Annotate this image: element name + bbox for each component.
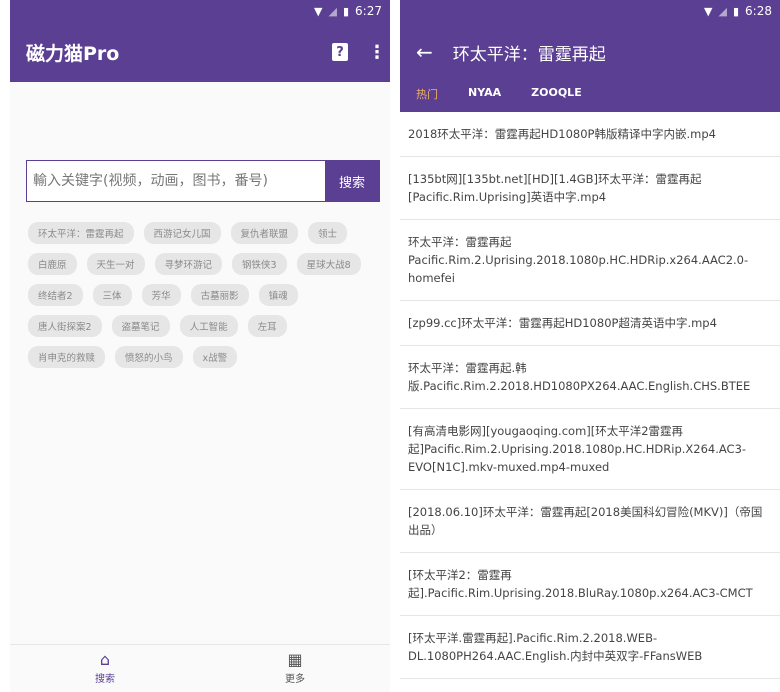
search-screen: ▼ ◢ ▮ 6:27 磁力猫Pro ? ⋮ 搜索 环太平洋：雷霆再起 西游记女儿…: [10, 0, 390, 692]
battery-icon: ▮: [342, 4, 350, 18]
result-item[interactable]: [2018.06.10]环太平洋：雷霆再起[2018美国科幻冒险(MKV)]（帝…: [400, 490, 780, 553]
tag-row: 白鹿原 天生一对 寻梦环游记 钢铁侠3 星球大战8: [28, 253, 384, 275]
tag[interactable]: x战警: [192, 346, 238, 368]
result-item[interactable]: [zp99.cc]环太平洋：雷霆再起HD1080P超清英语中字.mp4: [400, 301, 780, 346]
tag[interactable]: 终结者2: [28, 284, 83, 306]
tag[interactable]: 左耳: [247, 315, 287, 337]
nav-item-more[interactable]: ▦ 更多: [200, 645, 390, 692]
status-bar: ▼ ◢ ▮ 6:28: [400, 0, 780, 22]
wifi-icon: ▼: [314, 4, 323, 18]
app-bar: 磁力猫Pro ? ⋮: [10, 22, 390, 82]
home-icon: ⌂: [99, 650, 111, 669]
tag[interactable]: 复仇者联盟: [230, 222, 299, 244]
app-bar: ← 环太平洋：雷霆再起: [400, 22, 780, 82]
tag[interactable]: 唐人街探案2: [28, 315, 102, 337]
status-bar: ▼ ◢ ▮ 6:27: [10, 0, 390, 22]
hot-tags: 环太平洋：雷霆再起 西游记女儿国 复仇者联盟 领士 白鹿原 天生一对 寻梦环游记…: [28, 222, 384, 377]
tag[interactable]: 盗墓笔记: [111, 315, 170, 337]
tag[interactable]: 星球大战8: [296, 253, 361, 275]
bottom-nav: ⌂ 搜索 ▦ 更多: [10, 644, 390, 692]
page-title: 环太平洋：雷霆再起: [452, 44, 606, 65]
wifi-icon: ▼: [704, 4, 713, 18]
nav-item-search[interactable]: ⌂ 搜索: [10, 645, 200, 692]
tag-row: 终结者2 三体 芳华 古墓丽影 镇魂: [28, 284, 384, 306]
tag[interactable]: 愤怒的小鸟: [115, 346, 183, 368]
search-input[interactable]: [27, 161, 325, 201]
search-button[interactable]: 搜索: [325, 161, 379, 201]
result-item[interactable]: 环太平洋：雷霆再起 Pacific.Rim.2.Uprising.2018.10…: [400, 220, 780, 301]
signal-icon: ◢: [328, 4, 337, 18]
results-screen: ▼ ◢ ▮ 6:28 ← 环太平洋：雷霆再起 热门 NYAA ZOOQLE 20…: [400, 0, 780, 692]
tag-row: 唐人街探案2 盗墓笔记 人工智能 左耳: [28, 315, 384, 337]
result-item[interactable]: [135bt网][135bt.net][HD][1.4GB]环太平洋：雷霆再起[…: [400, 157, 780, 220]
tag[interactable]: 天生一对: [86, 253, 145, 275]
tag-row: 环太平洋：雷霆再起 西游记女儿国 复仇者联盟 领士: [28, 222, 384, 244]
tag[interactable]: 白鹿原: [28, 253, 77, 275]
result-list: 2018环太平洋：雷霆再起HD1080P韩版精译中字内嵌.mp4 [135bt网…: [400, 112, 780, 679]
source-tabs: 热门 NYAA ZOOQLE: [400, 82, 780, 112]
battery-icon: ▮: [732, 4, 740, 18]
more-options-icon[interactable]: ⋮: [368, 42, 386, 63]
tag[interactable]: 芳华: [141, 284, 181, 306]
tag[interactable]: 领士: [308, 222, 348, 244]
nav-label: 更多: [285, 674, 305, 685]
result-item[interactable]: [环太平洋2：雷霆再起].Pacific.Rim.Uprising.2018.B…: [400, 553, 780, 616]
tag[interactable]: 西游记女儿国: [143, 222, 221, 244]
status-time: 6:28: [745, 4, 772, 18]
nav-label: 搜索: [95, 674, 115, 685]
tab-hot[interactable]: 热门: [416, 86, 438, 110]
tab-zooqle[interactable]: ZOOQLE: [531, 86, 582, 107]
tag[interactable]: 环太平洋：雷霆再起: [28, 222, 134, 244]
signal-icon: ◢: [718, 4, 727, 18]
tag[interactable]: 钢铁侠3: [232, 253, 287, 275]
tag[interactable]: 三体: [92, 284, 132, 306]
help-icon[interactable]: ?: [332, 43, 348, 61]
search-box: 搜索: [26, 160, 380, 202]
tag[interactable]: 古墓丽影: [190, 284, 249, 306]
tag[interactable]: 寻梦环游记: [154, 253, 223, 275]
tab-nyaa[interactable]: NYAA: [468, 86, 501, 107]
tag[interactable]: 肖申克的救赎: [28, 346, 106, 368]
result-item[interactable]: 环太平洋：雷霆再起.韩版.Pacific.Rim.2.2018.HD1080PX…: [400, 346, 780, 409]
status-time: 6:27: [355, 4, 382, 18]
tag[interactable]: 镇魂: [258, 284, 298, 306]
app-title: 磁力猫Pro: [26, 42, 120, 65]
tag-row: 肖申克的救赎 愤怒的小鸟 x战警: [28, 346, 384, 368]
back-arrow-icon[interactable]: ←: [416, 40, 433, 64]
result-item[interactable]: [环太平洋.雷霆再起].Pacific.Rim.2.2018.WEB-DL.10…: [400, 616, 780, 679]
dashboard-icon: ▦: [287, 650, 303, 669]
result-item[interactable]: 2018环太平洋：雷霆再起HD1080P韩版精译中字内嵌.mp4: [400, 112, 780, 157]
result-item[interactable]: [有高清电影网][yougaoqing.com][环太平洋2雷霆再起]Pacif…: [400, 409, 780, 490]
tag[interactable]: 人工智能: [179, 315, 238, 337]
